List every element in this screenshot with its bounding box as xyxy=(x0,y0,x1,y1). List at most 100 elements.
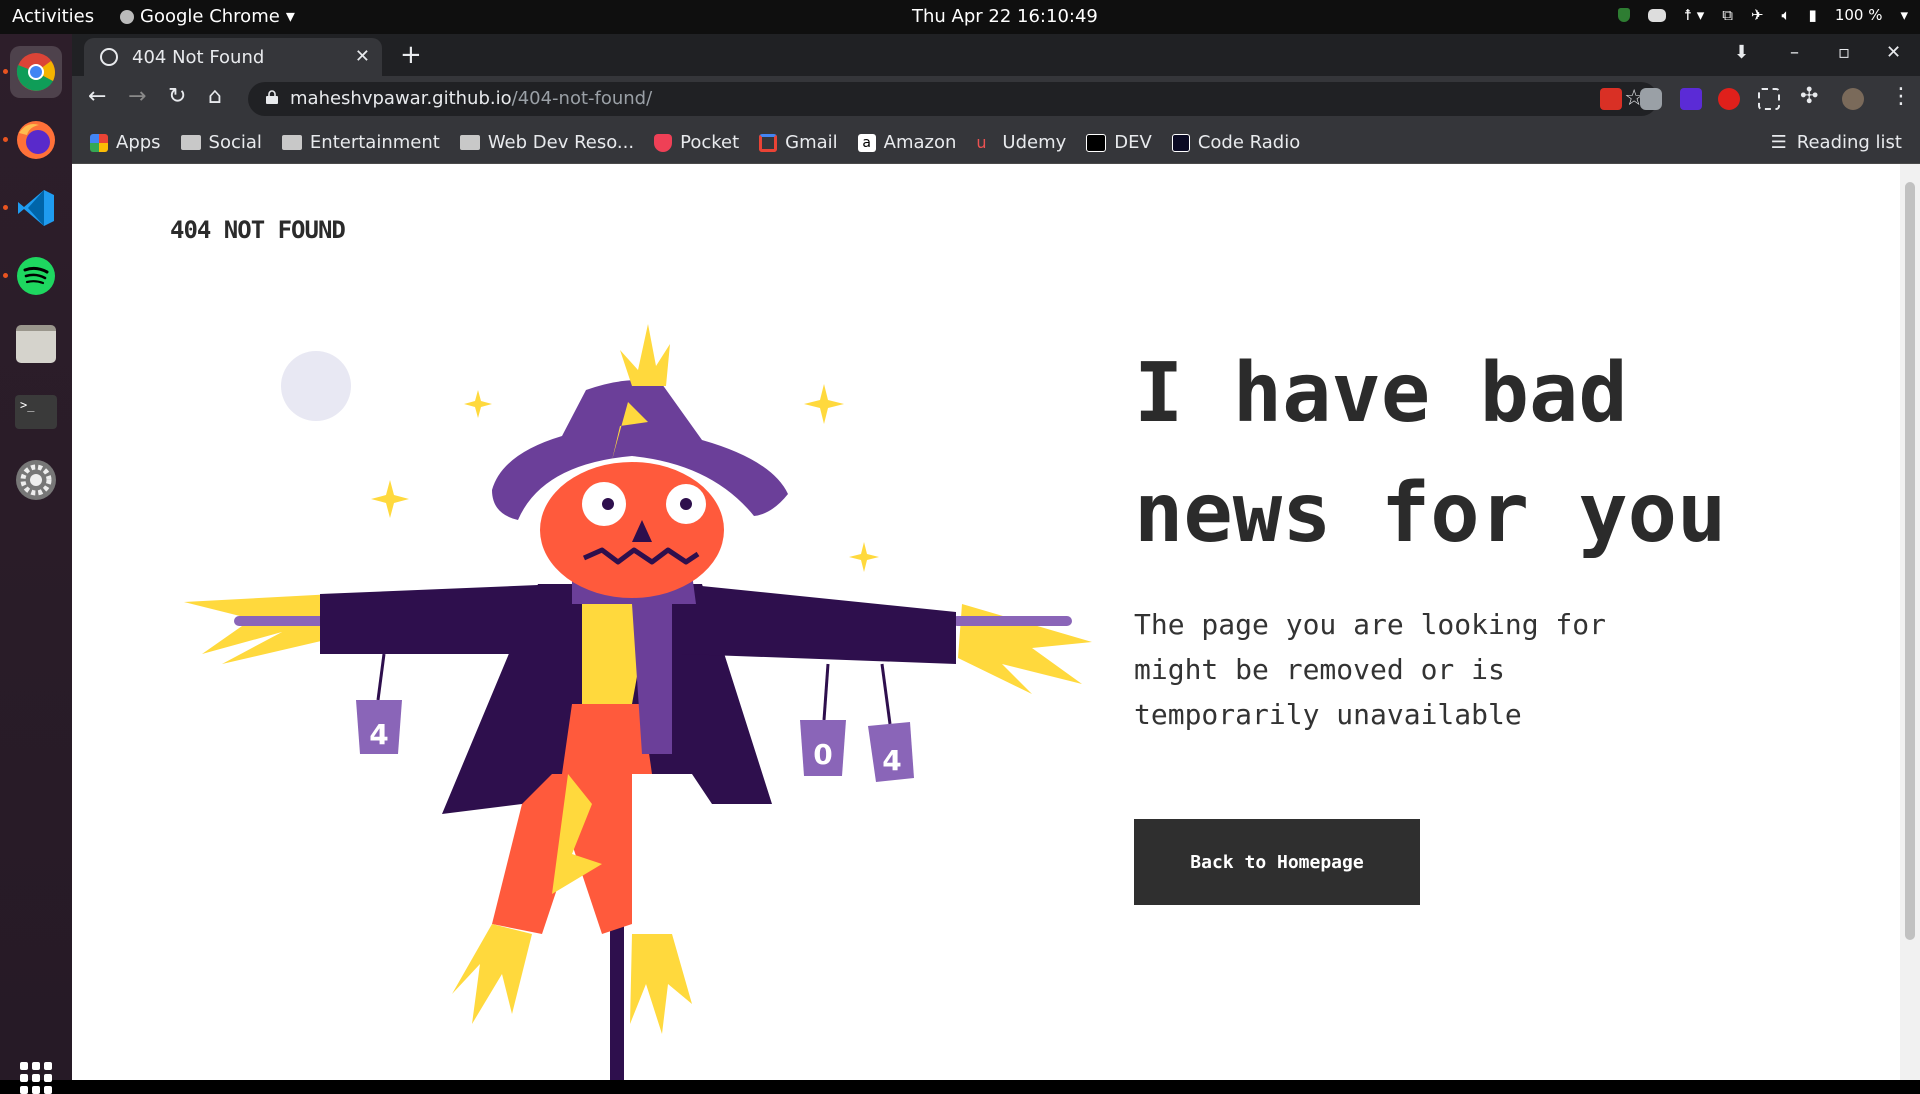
tab-active[interactable]: 404 Not Found ✕ xyxy=(84,38,382,76)
home-button[interactable]: ⌂ xyxy=(208,84,222,109)
chrome-small-icon xyxy=(120,9,134,24)
system-tray[interactable]: ☨ ▾ ⧉ ✈ 🔈︎ ▮ 100 % ▾ xyxy=(1617,6,1908,24)
bookmark-gmail[interactable]: Gmail xyxy=(759,132,838,153)
firefox-icon xyxy=(17,121,55,159)
freecodecamp-icon xyxy=(1171,133,1190,152)
maximize-button[interactable]: ▫ xyxy=(1838,42,1850,63)
headline-line-1: I have bad xyxy=(1134,346,1628,441)
scarecrow-illustration: 4 0 4 xyxy=(184,324,1092,1080)
clock[interactable]: Thu Apr 22 16:10:49 xyxy=(912,6,1098,27)
pocket-icon xyxy=(654,133,673,152)
volume-icon: 🔈︎ xyxy=(1781,6,1791,24)
bookmark-label: Pocket xyxy=(680,132,740,153)
extension-hand-icon[interactable] xyxy=(1718,88,1740,110)
can-label: 0 xyxy=(813,738,832,771)
running-indicator xyxy=(3,137,8,142)
app-name: Google Chrome xyxy=(140,6,280,27)
bookmark-coderadio[interactable]: Code Radio xyxy=(1171,132,1301,153)
vscode-launcher[interactable] xyxy=(10,182,62,234)
dock: >_ xyxy=(0,34,72,1094)
vscode-icon xyxy=(18,190,54,226)
can-4-right: 4 xyxy=(868,722,914,782)
url-host: maheshvpawar.github.io xyxy=(290,88,512,109)
close-window-button[interactable]: ✕ xyxy=(1886,42,1901,63)
browser-toolbar: ← → ↻ ⌂ maheshvpawar.github.io/404-not-f… xyxy=(72,76,1920,122)
bookmark-label: Udemy xyxy=(1002,132,1067,153)
chrome-icon xyxy=(16,53,55,91)
moon-circle xyxy=(281,351,351,421)
forward-button[interactable]: → xyxy=(128,84,146,109)
battery-icon: ▮ xyxy=(1808,6,1817,24)
bookmark-label: Entertainment xyxy=(309,132,440,153)
bookmark-webdev[interactable]: Web Dev Reso... xyxy=(459,132,635,153)
apps-grid-icon xyxy=(90,133,108,152)
app-menu[interactable]: Google Chrome ▾ xyxy=(120,6,295,27)
bookmarks-bar: Apps Social Entertainment Web Dev Reso..… xyxy=(72,122,1920,164)
folder-icon xyxy=(459,135,480,150)
network-icon: ⧉ xyxy=(1722,6,1733,24)
extension-purple-icon[interactable] xyxy=(1680,88,1702,110)
chevron-down-icon: ▾ xyxy=(1900,6,1908,24)
folder-icon xyxy=(281,135,302,150)
udemy-icon: u xyxy=(976,132,987,152)
screenshot-extension-icon[interactable] xyxy=(1758,88,1780,110)
address-bar[interactable]: maheshvpawar.github.io/404-not-found/ ☆ xyxy=(248,82,1658,116)
bookmark-label: Code Radio xyxy=(1197,132,1301,153)
profile-avatar[interactable] xyxy=(1842,88,1864,110)
firefox-launcher[interactable] xyxy=(10,114,62,166)
pocket-extension-icon[interactable] xyxy=(1640,88,1662,110)
chrome-launcher[interactable] xyxy=(10,46,62,98)
running-indicator xyxy=(3,69,8,74)
reload-button[interactable]: ↻ xyxy=(168,84,186,109)
running-indicator xyxy=(3,273,8,278)
spotify-icon xyxy=(17,257,55,295)
extension-red-icon[interactable] xyxy=(1600,88,1622,110)
bookmark-label: Social xyxy=(208,132,262,153)
spotify-launcher[interactable] xyxy=(10,250,62,302)
reading-list-icon: ☰ xyxy=(1770,132,1787,153)
bookmark-label: DEV xyxy=(1114,132,1152,153)
settings-launcher[interactable] xyxy=(10,454,62,506)
bookmark-udemy[interactable]: u Udemy xyxy=(976,132,1066,153)
menu-kebab-icon[interactable]: ⋮ xyxy=(1890,84,1912,109)
extensions-puzzle-icon[interactable]: ✣ xyxy=(1800,84,1818,109)
discord-icon xyxy=(1647,8,1666,22)
tab-close-icon[interactable]: ✕ xyxy=(355,46,370,67)
scrollbar-thumb[interactable] xyxy=(1905,182,1915,940)
new-tab-button[interactable]: + xyxy=(400,40,422,70)
files-launcher[interactable] xyxy=(10,318,62,370)
airplane-icon: ✈ xyxy=(1750,6,1764,24)
bookmark-apps[interactable]: Apps xyxy=(90,132,161,153)
running-indicator xyxy=(3,205,8,210)
back-to-homepage-button[interactable]: Back to Homepage xyxy=(1134,819,1420,905)
lock-icon xyxy=(266,90,278,104)
bookmark-entertainment[interactable]: Entertainment xyxy=(281,132,440,153)
activities-button[interactable]: Activities xyxy=(12,6,94,27)
url-path: /404-not-found/ xyxy=(511,88,653,109)
system-top-bar: Activities Google Chrome ▾ Thu Apr 22 16… xyxy=(0,0,1920,34)
tab-title: 404 Not Found xyxy=(132,46,265,68)
back-button[interactable]: ← xyxy=(88,84,106,109)
browser-chrome: 404 Not Found ✕ + ⬇︎ – ▫ ✕ ← → ↻ ⌂ mahes… xyxy=(72,34,1920,164)
show-applications-icon[interactable] xyxy=(20,1062,52,1094)
page-subtext: The page you are looking for might be re… xyxy=(1134,608,1607,731)
minimize-button[interactable]: – xyxy=(1790,42,1799,63)
bookmark-dev[interactable]: DEV xyxy=(1086,132,1152,153)
page-scrollbar[interactable] xyxy=(1900,164,1920,1080)
terminal-icon: >_ xyxy=(15,395,57,429)
accessibility-icon: ☨ ▾ xyxy=(1683,6,1705,24)
tab-search-icon[interactable]: ⬇︎ xyxy=(1734,42,1749,63)
reading-list-label: Reading list xyxy=(1796,132,1902,153)
can-0: 0 xyxy=(800,720,846,776)
bookmark-social[interactable]: Social xyxy=(180,132,262,153)
terminal-launcher[interactable]: >_ xyxy=(10,386,62,438)
globe-icon xyxy=(100,48,118,66)
page-headline: I have bad news for you xyxy=(1134,334,1834,574)
battery-level: 100 % xyxy=(1834,6,1883,24)
bookmark-label: Web Dev Reso... xyxy=(487,132,635,153)
bookmark-label: Gmail xyxy=(785,132,838,153)
can-label: 4 xyxy=(882,744,901,777)
bookmark-amazon[interactable]: a Amazon xyxy=(857,132,956,153)
reading-list-button[interactable]: ☰ Reading list xyxy=(1771,132,1902,153)
bookmark-pocket[interactable]: Pocket xyxy=(654,132,739,153)
